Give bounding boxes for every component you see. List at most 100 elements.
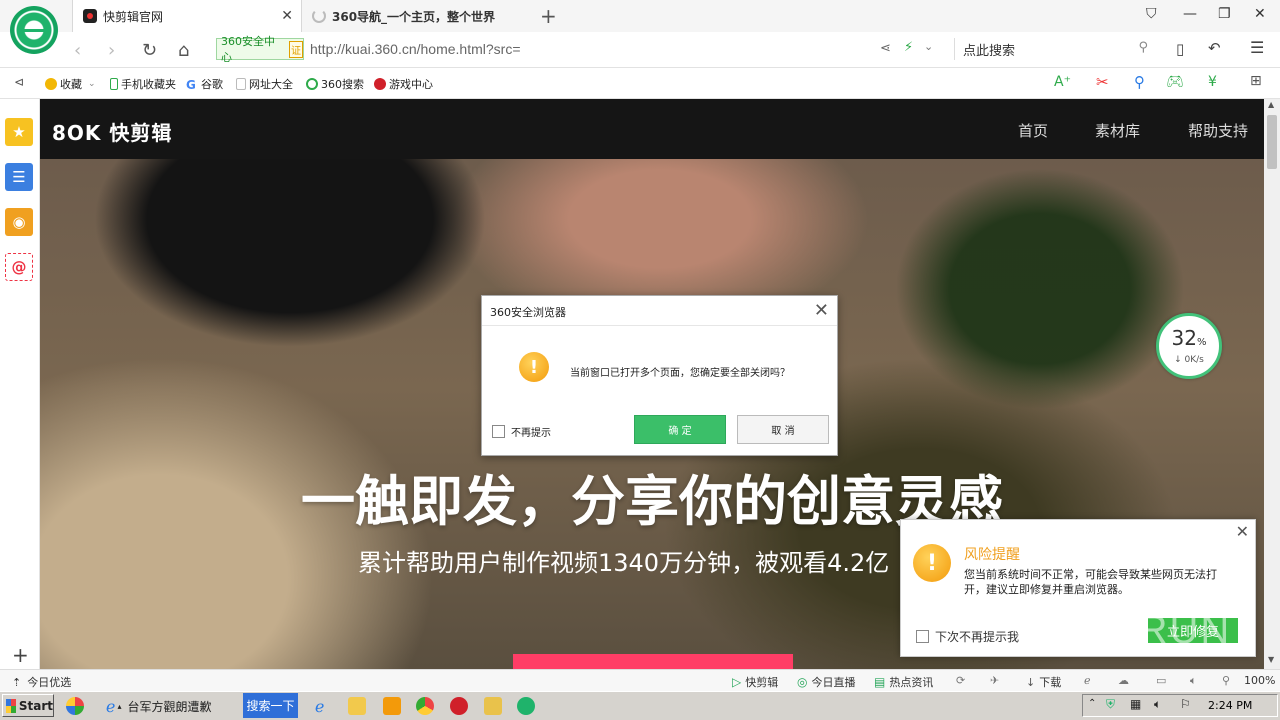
nav-help[interactable]: 帮助支持 (1188, 120, 1248, 141)
windows-flag-icon (6, 698, 16, 713)
download-button[interactable] (513, 654, 793, 669)
undo-icon[interactable]: ↶ (1208, 39, 1221, 57)
bookmark-item[interactable]: 手机收藏夹 (110, 76, 176, 92)
bookmark-item[interactable]: 网址大全 (236, 76, 293, 92)
risk-close-icon[interactable]: ✕ (1236, 522, 1249, 541)
site-header: 8OK 快剪辑 首页 素材库 帮助支持 (40, 99, 1264, 159)
search-input[interactable]: 点此搜索 ⚲ (954, 38, 1154, 60)
share-icon[interactable]: ⋖ (880, 41, 891, 56)
safe-center-badge[interactable]: 360安全中心 证 (216, 35, 304, 64)
add-sidebar-icon[interactable]: + (12, 643, 29, 667)
wallet-icon[interactable]: ¥ (1208, 74, 1217, 90)
speed-bolt-icon[interactable]: ⚡ (904, 40, 913, 55)
nav-home[interactable]: 首页 (1018, 120, 1048, 141)
scrollbar-thumb[interactable] (1267, 115, 1277, 169)
chevron-down-icon[interactable]: ⌄ (924, 40, 933, 53)
status-kuaijianji[interactable]: ▷ 快剪辑 (732, 674, 778, 690)
status-zoom-icon[interactable]: ⚲ (1222, 674, 1230, 687)
status-today-picks[interactable]: ⇡ 今日优选 (12, 674, 71, 690)
weibo-icon[interactable]: ◉ (5, 208, 33, 236)
search-icon[interactable]: ⚲ (1138, 40, 1148, 55)
translate-icon[interactable]: A⁺ (1054, 74, 1071, 90)
new-tab-icon[interactable]: + (540, 4, 557, 28)
status-refresh-icon[interactable]: ⟳ (956, 674, 965, 687)
zoom-level[interactable]: 100% (1244, 674, 1275, 687)
360-browser-icon[interactable] (517, 697, 535, 715)
collapse-sidebar-icon[interactable]: ⊲ (14, 75, 24, 89)
warning-icon: ! (913, 544, 951, 582)
status-window-icon[interactable]: ▭ (1156, 674, 1166, 687)
tab-kuaijianji[interactable]: 快剪辑官网 ✕ (72, 0, 302, 32)
dialog-close-icon[interactable]: ✕ (814, 300, 829, 321)
anyrun-watermark: ANY RUN (1038, 608, 1232, 652)
scrollbar[interactable] (1264, 99, 1280, 669)
media-player-icon[interactable] (383, 697, 401, 715)
folder-icon[interactable] (348, 697, 366, 715)
status-live[interactable]: ◎ 今日直播 (797, 674, 855, 690)
opera-icon[interactable] (450, 697, 468, 715)
bookmark-item[interactable]: 游戏中心 (374, 76, 433, 92)
risk-dont-remind-checkbox[interactable]: 下次不再提示我 (916, 628, 1019, 645)
game-controller-icon[interactable]: 🎮︎ (1166, 74, 1184, 90)
certified-icon: 证 (289, 40, 303, 58)
site-logo[interactable]: 8OK 快剪辑 (52, 117, 172, 146)
star-icon (45, 78, 57, 90)
checkbox-box[interactable] (492, 425, 505, 438)
checkbox-box[interactable] (916, 630, 929, 643)
shirt-skin-icon[interactable]: ⛉ (1146, 6, 1157, 22)
apps-grid-icon[interactable]: ⊞ (1250, 73, 1262, 89)
status-pin-icon[interactable]: ✈ (990, 674, 999, 687)
status-news[interactable]: ▤ 热点资讯 (874, 674, 933, 690)
taskbar-search-button[interactable]: 搜索一下 (243, 693, 298, 718)
scroll-up-icon[interactable]: ▲ (1268, 100, 1274, 109)
phone-icon (110, 78, 118, 90)
tab-360-nav[interactable]: 360导航_一个主页，整个世界 (302, 0, 530, 32)
network-speed-widget[interactable]: 32% ↓ 0K/s (1156, 313, 1222, 379)
nav-library[interactable]: 素材库 (1095, 120, 1140, 141)
screenshot-scissors-icon[interactable]: ✂ (1096, 73, 1109, 91)
mobile-icon[interactable]: ▯ (1176, 40, 1184, 58)
browser-logo-icon[interactable] (10, 6, 58, 54)
tray-network-icon[interactable]: ▦ (1130, 697, 1141, 711)
maximize-icon[interactable]: ❐ (1218, 6, 1231, 22)
tray-flag-icon[interactable]: ⚐ (1180, 697, 1191, 711)
taskbar-ie-window[interactable]: ℯ ▴ 台军方觀朗遭歉 (106, 697, 212, 716)
close-window-icon[interactable]: ✕ (1254, 6, 1266, 22)
status-cloud-icon[interactable]: ☁ (1118, 674, 1129, 687)
bookmark-item[interactable]: G 谷歌 (186, 76, 223, 92)
email-icon[interactable]: @ (5, 253, 33, 281)
ie-icon[interactable]: ℯ (315, 697, 324, 716)
hero-subtitle: 累计帮助用户制作视频1340万分钟，被观看4.2亿 (358, 549, 890, 577)
status-volume-icon[interactable]: 🔈︎ (1190, 674, 1197, 688)
search-tool-icon[interactable]: ⚲ (1134, 73, 1145, 91)
bookmark-item[interactable]: 收藏 ⌄ (45, 76, 96, 92)
home-icon[interactable]: ⌂ (178, 40, 189, 61)
ok-button[interactable]: 确 定 (634, 415, 726, 444)
menu-icon[interactable]: ☰ (1250, 38, 1264, 57)
speed-rate: ↓ 0K/s (1174, 354, 1204, 365)
scroll-down-icon[interactable]: ▼ (1268, 655, 1274, 664)
back-icon[interactable]: ‹ (74, 40, 81, 61)
close-tab-icon[interactable]: ✕ (281, 8, 293, 24)
list-icon[interactable]: ☰ (5, 163, 33, 191)
start-button[interactable]: Start (2, 694, 54, 717)
live-icon: ◎ (797, 675, 808, 689)
forward-icon[interactable]: › (108, 40, 115, 61)
favorites-star-icon[interactable]: ★ (5, 118, 33, 146)
chrome-icon[interactable] (416, 697, 434, 715)
tray-expand-icon[interactable]: ⌃ (1088, 698, 1096, 709)
google-icon: G (186, 78, 196, 92)
app-icon[interactable] (66, 697, 84, 715)
archive-icon[interactable] (484, 697, 502, 715)
dont-remind-checkbox[interactable]: 不再提示 (492, 424, 551, 439)
reload-icon[interactable]: ↻ (142, 40, 157, 61)
bookmark-item[interactable]: 360搜索 (306, 76, 364, 92)
loading-spinner-icon (312, 9, 326, 23)
tray-shield-icon[interactable]: ⛨ (1106, 697, 1115, 712)
tray-volume-icon[interactable]: 🔈︎ (1154, 697, 1161, 712)
cancel-button[interactable]: 取 消 (737, 415, 829, 444)
status-download[interactable]: ↓ 下载 (1026, 674, 1061, 690)
status-ie-icon[interactable]: ℯ (1084, 674, 1091, 687)
minimize-icon[interactable]: — (1183, 6, 1197, 22)
url-field[interactable]: http://kuai.360.cn/home.html?src= (310, 41, 521, 57)
